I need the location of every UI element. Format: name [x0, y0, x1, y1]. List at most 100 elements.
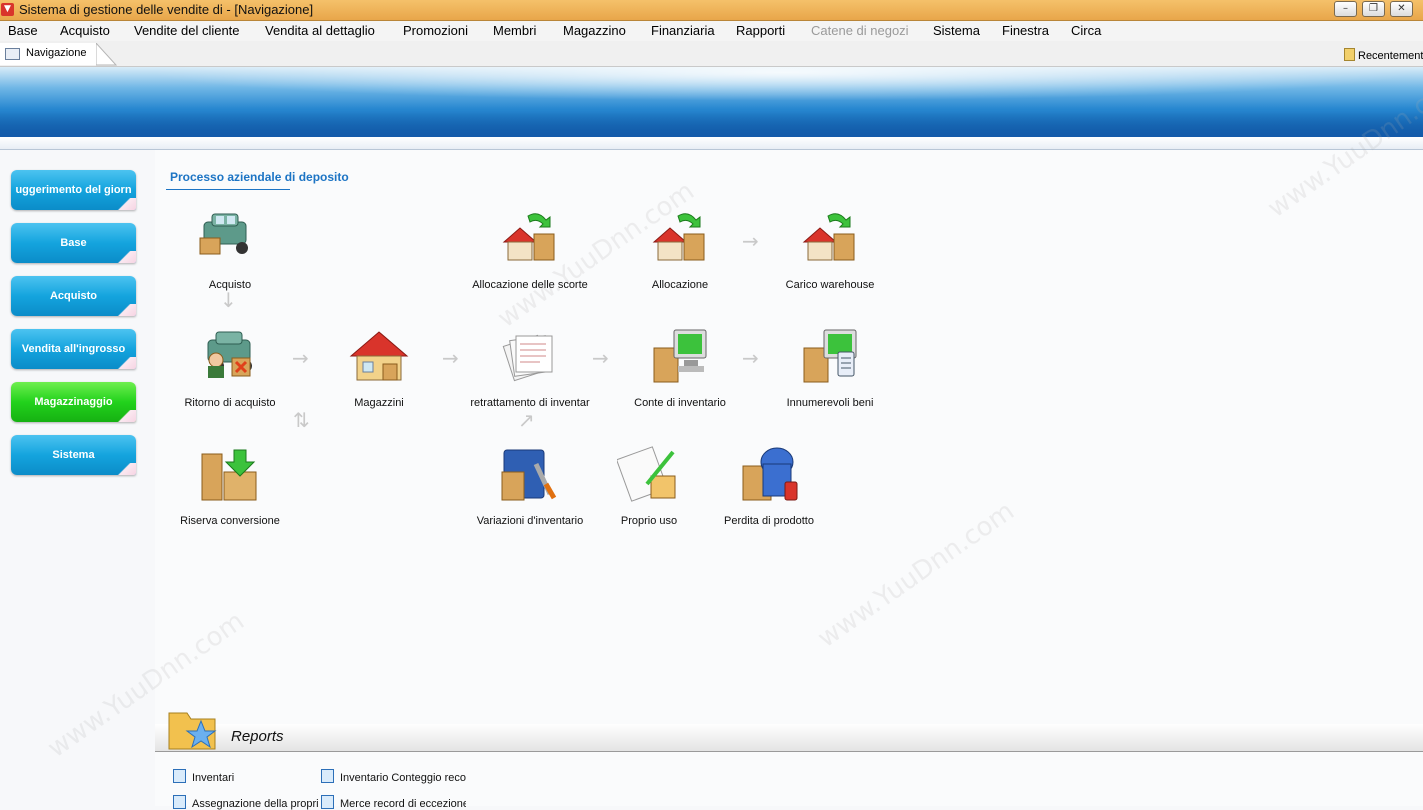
node-label: Innumerevoli beni	[786, 397, 874, 409]
process-title-underline	[166, 189, 290, 190]
arrow-up-right: ↗	[518, 408, 535, 432]
computer-calculator-icon	[803, 329, 857, 383]
menu-magazzino[interactable]: Magazzino	[563, 23, 626, 38]
sidebar-item-base[interactable]: Base	[11, 223, 136, 263]
recent-label: Recentemente	[1358, 50, 1423, 62]
menu-vendita-dettaglio[interactable]: Vendita al dettaglio	[265, 23, 375, 38]
report-link-label: Inventario Conteggio reco	[340, 772, 466, 784]
report-link-label: Assegnazione della propri	[192, 798, 318, 810]
menu-base[interactable]: Base	[8, 23, 38, 38]
menu-rapporti[interactable]: Rapporti	[736, 23, 785, 38]
report-link-label: Merce record di eccezione	[340, 798, 466, 810]
sidebar-item-label: Base	[60, 237, 87, 249]
report-doc-icon	[321, 769, 334, 783]
node-label: Allocazione	[651, 279, 709, 291]
toolbox-icon	[501, 449, 557, 501]
navigation-icon	[5, 48, 20, 60]
node-innumerevoli-beni[interactable]: Innumerevoli beni	[760, 326, 900, 409]
node-label: Perdita di prodotto	[724, 515, 814, 527]
window-title: Sistema di gestione delle vendite di - […	[19, 2, 314, 17]
report-link-label: Inventari	[192, 772, 235, 784]
sidebar-item-label: Vendita all'ingrosso	[21, 343, 126, 355]
report-doc-icon	[173, 795, 186, 809]
truck-return-icon	[207, 331, 252, 378]
node-label: Proprio uso	[620, 515, 678, 527]
sidebar-item-sistema[interactable]: Sistema	[11, 435, 136, 475]
arrow-right: →	[292, 346, 309, 370]
house-transfer-icon	[652, 213, 705, 261]
computer-boxes-icon	[653, 329, 707, 383]
banner-band	[0, 137, 1423, 150]
reports-folder-icon	[168, 712, 217, 750]
menu-catene-negozi: Catene di negozi	[811, 23, 909, 38]
house-transfer-icon	[802, 213, 855, 261]
reports-header	[155, 724, 1423, 752]
sidebar-item-label: Sistema	[52, 449, 95, 461]
sidebar-item-vendita-ingrosso[interactable]: Vendita all'ingrosso	[11, 329, 136, 369]
node-pretrattamento[interactable]: retrattamento di inventar	[460, 326, 600, 409]
document-icon	[1344, 48, 1355, 61]
sidebar-item-acquisto[interactable]: Acquisto	[11, 276, 136, 316]
node-conte-inventario[interactable]: Conte di inventario	[610, 326, 750, 409]
arrow-down: ↓	[220, 288, 237, 312]
arrow-right: →	[742, 346, 759, 370]
node-label: Allocazione delle scorte	[472, 279, 588, 291]
node-proprio-uso[interactable]: Proprio uso	[579, 444, 719, 527]
menu-vendite-cliente[interactable]: Vendite del cliente	[134, 23, 240, 38]
node-allocazione-scorte[interactable]: Allocazione delle scorte	[460, 208, 600, 291]
app-icon: ▼	[1, 3, 14, 16]
loss-icon	[742, 447, 798, 501]
menu-finanziaria[interactable]: Finanziaria	[651, 23, 715, 38]
title-bar: ▼ Sistema di gestione delle vendite di -…	[0, 0, 1423, 21]
node-ritorno-acquisto[interactable]: Ritorno di acquisto	[160, 326, 300, 409]
recent-button[interactable]: Recentemente	[1344, 48, 1423, 62]
arrow-right: →	[742, 229, 759, 253]
document-pen-icon	[615, 446, 676, 502]
node-acquisto[interactable]: Acquisto	[160, 208, 300, 291]
warehouse-house-icon	[349, 331, 409, 381]
node-riserva-conversione[interactable]: Riserva conversione	[160, 444, 300, 527]
node-allocazione[interactable]: Allocazione	[610, 208, 750, 291]
tab-label: Navigazione	[26, 47, 87, 59]
node-carico-warehouse[interactable]: Carico warehouse	[760, 208, 900, 291]
report-link-inventario-conteggio[interactable]: Inventario Conteggio reco	[321, 769, 466, 784]
menu-acquisto[interactable]: Acquisto	[60, 23, 110, 38]
node-label: Riserva conversione	[180, 515, 280, 527]
arrow-bidirectional: ⇅	[293, 408, 310, 432]
arrow-right: →	[442, 346, 459, 370]
close-button[interactable]: ✕	[1390, 1, 1413, 17]
report-link-merce-eccezione[interactable]: Merce record di eccezione	[321, 795, 466, 810]
maximize-button[interactable]: ❐	[1362, 1, 1385, 17]
sidebar-item-label: Acquisto	[49, 290, 98, 302]
node-magazzini[interactable]: Magazzini	[309, 326, 449, 409]
report-doc-icon	[321, 795, 334, 809]
sidebar-item-magazzinaggio[interactable]: Magazzinaggio	[11, 382, 136, 422]
menu-sistema[interactable]: Sistema	[933, 23, 980, 38]
node-label: Ritorno di acquisto	[184, 397, 276, 409]
node-perdita-prodotto[interactable]: Perdita di prodotto	[699, 444, 839, 527]
node-label: Magazzini	[354, 397, 404, 409]
report-link-assegnazione[interactable]: Assegnazione della propri	[173, 795, 318, 810]
reports-title: Reports	[231, 728, 284, 745]
boxes-download-icon	[201, 449, 257, 501]
menu-membri[interactable]: Membri	[493, 23, 536, 38]
header-banner	[0, 67, 1423, 137]
arrow-right: →	[592, 346, 609, 370]
node-label: Conte di inventario	[634, 397, 726, 409]
menu-circa[interactable]: Circa	[1071, 23, 1101, 38]
tab-strip: Navigazione	[0, 41, 1423, 67]
report-link-inventari[interactable]: Inventari	[173, 769, 313, 784]
menu-promozioni[interactable]: Promozioni	[403, 23, 468, 38]
minimize-button[interactable]: –	[1334, 1, 1357, 17]
menu-finestra[interactable]: Finestra	[1002, 23, 1049, 38]
sidebar-item-suggerimento[interactable]: uggerimento del giorn	[11, 170, 136, 210]
node-label: Carico warehouse	[785, 279, 875, 291]
tab-navigazione[interactable]: Navigazione	[0, 43, 97, 65]
process-title: Processo aziendale di deposito	[170, 170, 349, 184]
menu-bar: Base Acquisto Vendite del cliente Vendit…	[0, 21, 1423, 41]
house-transfer-icon	[502, 213, 555, 261]
report-doc-icon	[173, 769, 186, 783]
sidebar-item-label: uggerimento del giorn	[15, 184, 132, 196]
tab-slope	[96, 43, 118, 66]
truck-icon	[199, 213, 248, 255]
